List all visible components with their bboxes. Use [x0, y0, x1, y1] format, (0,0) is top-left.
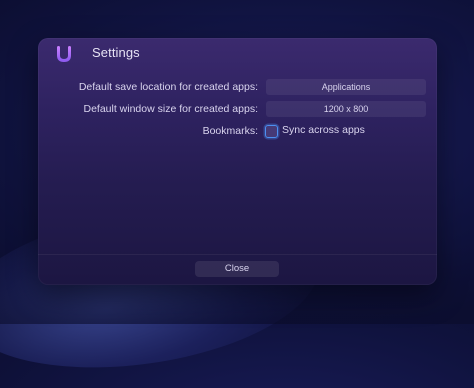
app-logo-icon: [57, 46, 71, 62]
sync-bookmarks-label[interactable]: Sync across apps: [282, 124, 365, 136]
close-button[interactable]: Close: [195, 261, 279, 277]
footer-divider: [38, 254, 437, 255]
save-location-label: Default save location for created apps:: [78, 81, 258, 93]
window-title: Settings: [92, 45, 140, 60]
bookmarks-label: Bookmarks:: [202, 125, 258, 137]
settings-window: Settings Default save location for creat…: [38, 38, 437, 285]
window-titlebar: Settings: [38, 38, 437, 70]
window-size-label: Default window size for created apps:: [83, 103, 258, 115]
window-size-field[interactable]: 1200 x 800: [266, 101, 426, 117]
sync-bookmarks-checkbox[interactable]: [265, 125, 278, 138]
save-location-field[interactable]: Applications: [266, 79, 426, 95]
